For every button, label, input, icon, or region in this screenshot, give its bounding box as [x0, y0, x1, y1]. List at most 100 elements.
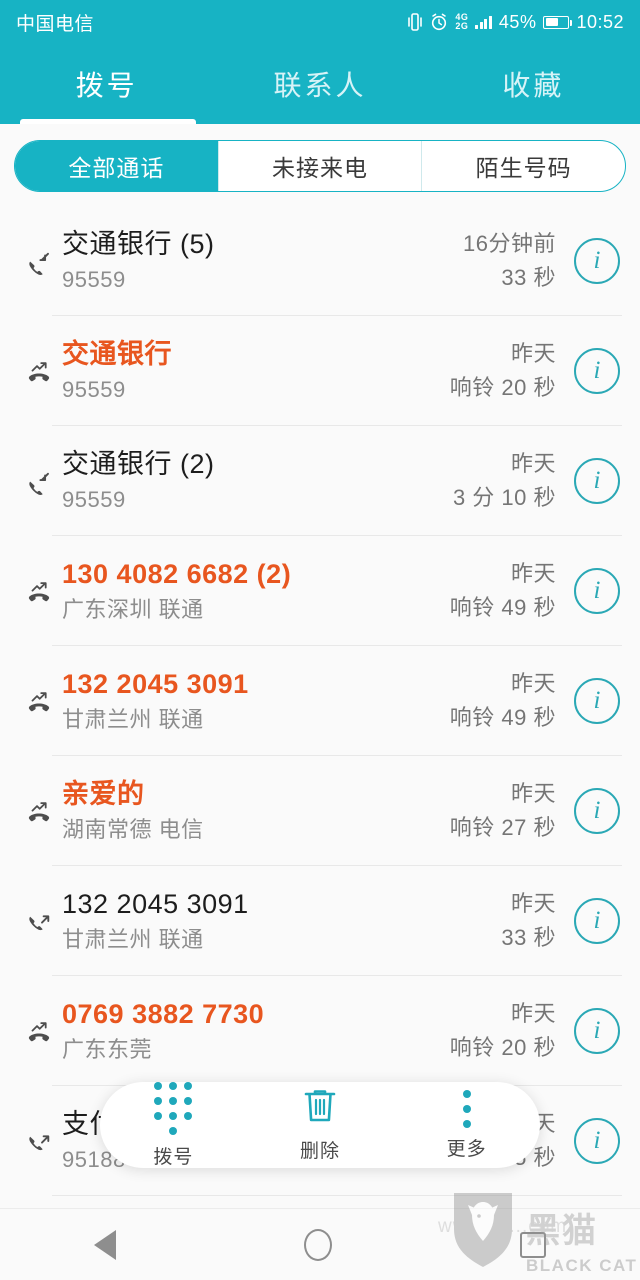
- call-details-info-button[interactable]: i: [574, 348, 620, 394]
- call-details-info-button[interactable]: i: [574, 458, 620, 504]
- call-row-subtitle: 95559: [62, 487, 126, 512]
- tab-favorites[interactable]: 收藏: [427, 44, 640, 124]
- call-row-duration: 响铃 49 秒: [449, 595, 556, 620]
- call-row-subtitle: 广东东莞: [62, 1037, 153, 1062]
- filter-missed-calls[interactable]: 未接来电: [217, 141, 422, 191]
- call-row-meta: 昨天响铃 20 秒: [450, 999, 556, 1063]
- call-row-main: 亲爱的 湖南常德 电信: [56, 777, 450, 845]
- call-row-time: 昨天: [510, 891, 556, 916]
- missed-call-icon: [22, 354, 56, 388]
- call-row-time: 昨天: [510, 561, 556, 586]
- call-row-duration: 响铃 20 秒: [449, 1035, 556, 1060]
- call-row-title: 0769 3882 7730: [62, 999, 265, 1029]
- missed-call-icon: [22, 1014, 56, 1048]
- battery-icon: [543, 15, 573, 29]
- call-details-info-button[interactable]: i: [574, 898, 620, 944]
- call-row-duration: 3 分 10 秒: [452, 485, 556, 510]
- clock-label: 10:52: [576, 11, 624, 32]
- network-2g-label: 2G: [455, 21, 469, 31]
- call-row-main: 0769 3882 7730 广东东莞: [56, 997, 450, 1065]
- call-log-row[interactable]: 交通银行 95559 昨天 响铃 20 秒 i: [0, 316, 640, 426]
- battery-percent-label: 45%: [498, 11, 537, 32]
- call-details-info-button[interactable]: i: [574, 568, 620, 614]
- tab-dialer[interactable]: 拨号: [0, 44, 213, 124]
- call-row-meta: 昨天 响铃 20 秒: [450, 339, 556, 403]
- call-row-title: 132 2045 3091: [62, 669, 249, 699]
- outgoing-call-icon: [22, 904, 56, 938]
- call-row-subtitle: 甘肃兰州 联通: [62, 707, 204, 732]
- call-details-info-button[interactable]: i: [574, 1008, 620, 1054]
- call-row-main: 130 4082 6682 (2) 广东深圳 联通: [56, 557, 450, 625]
- missed-call-icon: [22, 684, 56, 718]
- call-row-main: 交通银行 (5) 95559: [56, 227, 463, 295]
- bottombar-delete-label: 删除: [299, 1141, 340, 1162]
- incoming-call-icon: [22, 464, 56, 498]
- call-row-time: 昨天: [510, 341, 556, 366]
- vibrate-icon: [407, 12, 423, 32]
- status-bar: 中国电信 4G 2G 45% 10:52: [0, 0, 640, 44]
- call-log-row[interactable]: 交通银行 (5) 95559 16分钟前 33 秒 i: [0, 206, 640, 316]
- more-vertical-icon: [462, 1089, 471, 1128]
- call-row-title: 交通银行: [62, 339, 172, 369]
- android-navigation-bar: [0, 1208, 640, 1280]
- call-row-subtitle: 95559: [62, 267, 126, 292]
- call-log-row[interactable]: 0769 3882 7730 广东东莞 昨天响铃 20 秒 i: [0, 976, 640, 1086]
- bottombar-delete[interactable]: 删除: [265, 1087, 375, 1163]
- bottombar-dial[interactable]: 拨号: [118, 1081, 228, 1169]
- call-row-main: 交通银行 95559: [56, 337, 450, 405]
- call-log-row[interactable]: 132 2045 3091 甘肃兰州 联通 昨天 响铃 49 秒 i: [0, 646, 640, 756]
- trash-icon: [303, 1087, 337, 1130]
- call-log-row[interactable]: 交通银行 (2) 95559 昨天 3 分 10 秒 i: [0, 426, 640, 536]
- call-row-duration: 33 秒: [501, 265, 556, 290]
- missed-call-icon: [22, 574, 56, 608]
- status-icons: 4G 2G 45% 10:52: [407, 12, 624, 33]
- call-log-row[interactable]: 亲爱的 湖南常德 电信 昨天 响铃 27 秒i: [0, 756, 640, 866]
- bottombar-more[interactable]: 更多: [412, 1089, 522, 1161]
- filter-unknown-numbers[interactable]: 陌生号码: [421, 141, 625, 191]
- call-log-row[interactable]: 130 4082 6682 (2) 广东深圳 联通 昨天 响铃 49 秒 i: [0, 536, 640, 646]
- circle-home-icon[interactable]: [304, 1228, 332, 1261]
- call-row-time: 昨天: [510, 671, 556, 696]
- top-tabbar: 拨号 联系人 收藏: [0, 44, 640, 124]
- square-recents-icon[interactable]: [520, 1231, 546, 1258]
- call-row-title: 132 2045 3091: [62, 889, 249, 919]
- call-row-subtitle: 95559: [62, 377, 126, 402]
- call-details-info-button[interactable]: i: [574, 238, 620, 284]
- call-row-duration: 响铃 27 秒: [449, 815, 556, 840]
- call-details-info-button[interactable]: i: [574, 788, 620, 834]
- call-log-list: 交通银行 (5) 95559 16分钟前 33 秒 i 交通银行 95559 昨天 响铃 20 …: [0, 206, 640, 1196]
- call-row-title: 交通银行 (2): [62, 449, 215, 479]
- call-row-title: 交通银行 (5): [62, 229, 215, 259]
- call-row-meta: 昨天 33 秒: [501, 889, 556, 953]
- call-row-title: 130 4082 6682 (2): [62, 559, 292, 589]
- bottombar-dial-label: 拨号: [153, 1146, 194, 1168]
- call-row-meta: 昨天响铃 27 秒: [450, 779, 556, 843]
- call-row-meta: 昨天响铃 49 秒: [450, 559, 556, 623]
- call-details-info-button[interactable]: i: [574, 1118, 620, 1164]
- call-row-main: 交通银行 (2) 95559: [56, 447, 453, 515]
- call-details-info-button[interactable]: i: [574, 678, 620, 724]
- dialpad-icon: [154, 1081, 193, 1136]
- call-row-time: 昨天: [510, 781, 556, 806]
- call-log-row[interactable]: 132 2045 3091 甘肃兰州 联通 昨天 33 秒 i: [0, 866, 640, 976]
- filter-all-calls[interactable]: 全部通话: [15, 141, 218, 191]
- network-type-label: 4G 2G: [455, 13, 468, 31]
- tab-contacts[interactable]: 联系人: [213, 44, 426, 124]
- call-row-time: 昨天: [510, 1001, 556, 1026]
- call-row-meta: 昨天 响铃 49 秒: [450, 669, 556, 733]
- call-row-time: 16分钟前: [463, 231, 556, 256]
- call-row-duration: 33 秒: [501, 925, 556, 950]
- floating-action-bar: 拨号 删除 更多: [100, 1081, 540, 1169]
- alarm-icon: [430, 13, 448, 31]
- call-row-main: 132 2045 3091 甘肃兰州 联通: [56, 667, 450, 735]
- call-row-time: 昨天: [510, 451, 556, 476]
- bottombar-more-label: 更多: [446, 1138, 487, 1160]
- call-row-subtitle: 甘肃兰州 联通: [62, 927, 204, 952]
- incoming-call-icon: [22, 244, 56, 278]
- signal-bars-icon: [475, 15, 492, 29]
- call-row-meta: 昨天 3 分 10 秒: [453, 449, 556, 513]
- triangle-back-icon[interactable]: [94, 1229, 116, 1260]
- call-row-subtitle: 湖南常德 电信: [62, 817, 204, 842]
- filter-bar: 全部通话 未接来电 陌生号码: [0, 124, 640, 206]
- call-row-main: 132 2045 3091 甘肃兰州 联通: [56, 887, 501, 955]
